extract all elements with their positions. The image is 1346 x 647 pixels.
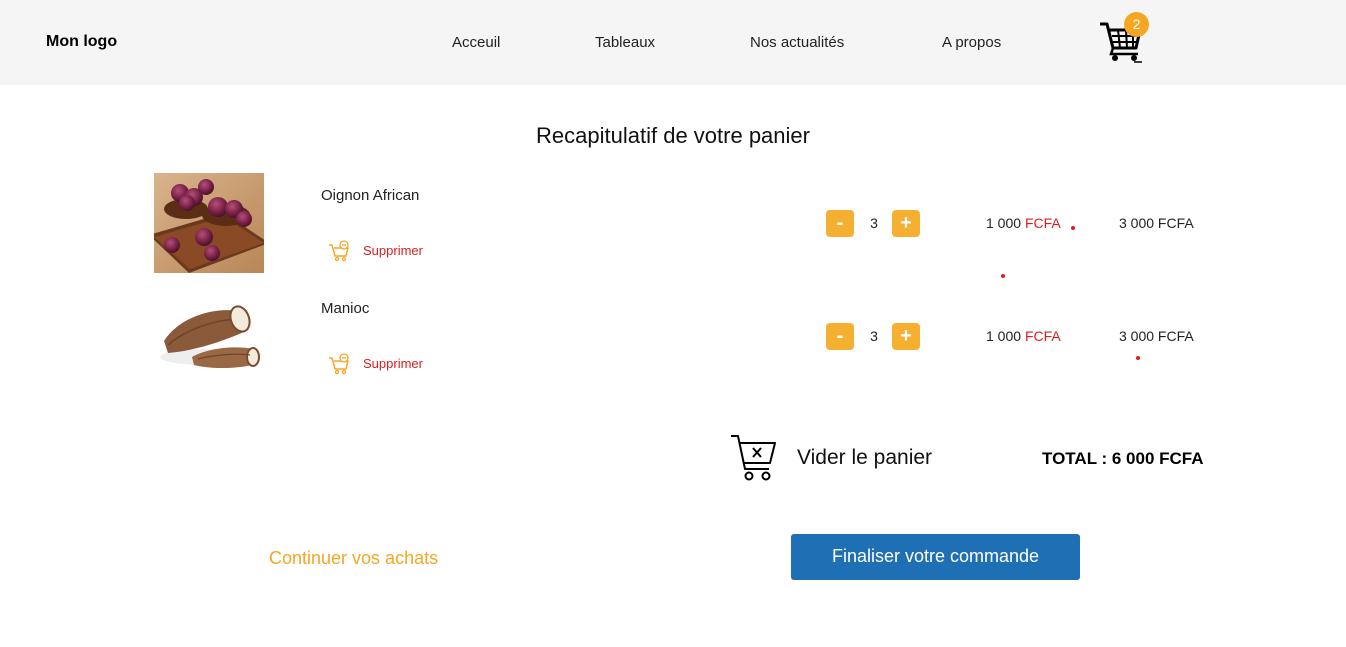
nav-item-acceuil[interactable]: Acceuil [452, 34, 500, 51]
red-dot-marker [1071, 226, 1075, 230]
remove-item-link[interactable]: Supprimer [363, 243, 423, 258]
cart-count-badge: 2 [1124, 12, 1149, 37]
cart-empty-icon[interactable] [729, 433, 777, 483]
quantity-value: 3 [870, 328, 878, 344]
quantity-decrease-button[interactable]: - [826, 210, 854, 237]
cart-remove-icon[interactable] [328, 240, 350, 262]
product-name: Oignon African [321, 187, 420, 204]
product-image-onion [154, 173, 264, 273]
nav-item-actualites[interactable]: Nos actualités [750, 34, 844, 51]
product-name: Manioc [321, 300, 370, 317]
unit-price-value: 1 000 [986, 215, 1022, 231]
product-image-cassava [154, 295, 264, 385]
red-dot-marker [1001, 274, 1005, 278]
nav-item-tableaux[interactable]: Tableaux [595, 34, 655, 51]
unit-price: 1 000 FCFA [986, 215, 1061, 231]
quantity-increase-button[interactable]: + [892, 323, 920, 350]
unit-price-currency: FCFA [1024, 215, 1061, 231]
empty-cart-button[interactable]: Vider le panier [797, 446, 932, 470]
red-dot-marker [1136, 356, 1140, 360]
quantity-value: 3 [870, 215, 878, 231]
nav-item-a-propos[interactable]: A propos [942, 34, 1001, 51]
continue-shopping-link[interactable]: Continuer vos achats [269, 548, 438, 569]
page-title: Recapitulatif de votre panier [536, 123, 810, 148]
cart-button[interactable]: 2 [1098, 12, 1152, 64]
quantity-decrease-button[interactable]: - [826, 323, 854, 350]
cart-remove-icon[interactable] [328, 353, 350, 375]
checkout-button[interactable]: Finaliser votre commande [791, 534, 1080, 580]
line-subtotal: 3 000 FCFA [1119, 328, 1194, 344]
unit-price-currency: FCFA [1024, 328, 1061, 344]
cart-total: TOTAL : 6 000 FCFA [1042, 449, 1204, 468]
remove-item-link[interactable]: Supprimer [363, 356, 423, 371]
unit-price: 1 000 FCFA [986, 328, 1061, 344]
top-navbar: Mon logo Acceuil Tableaux Nos actualités… [0, 0, 1346, 85]
site-logo[interactable]: Mon logo [46, 33, 117, 51]
quantity-increase-button[interactable]: + [892, 210, 920, 237]
unit-price-value: 1 000 [986, 328, 1022, 344]
line-subtotal: 3 000 FCFA [1119, 215, 1194, 231]
